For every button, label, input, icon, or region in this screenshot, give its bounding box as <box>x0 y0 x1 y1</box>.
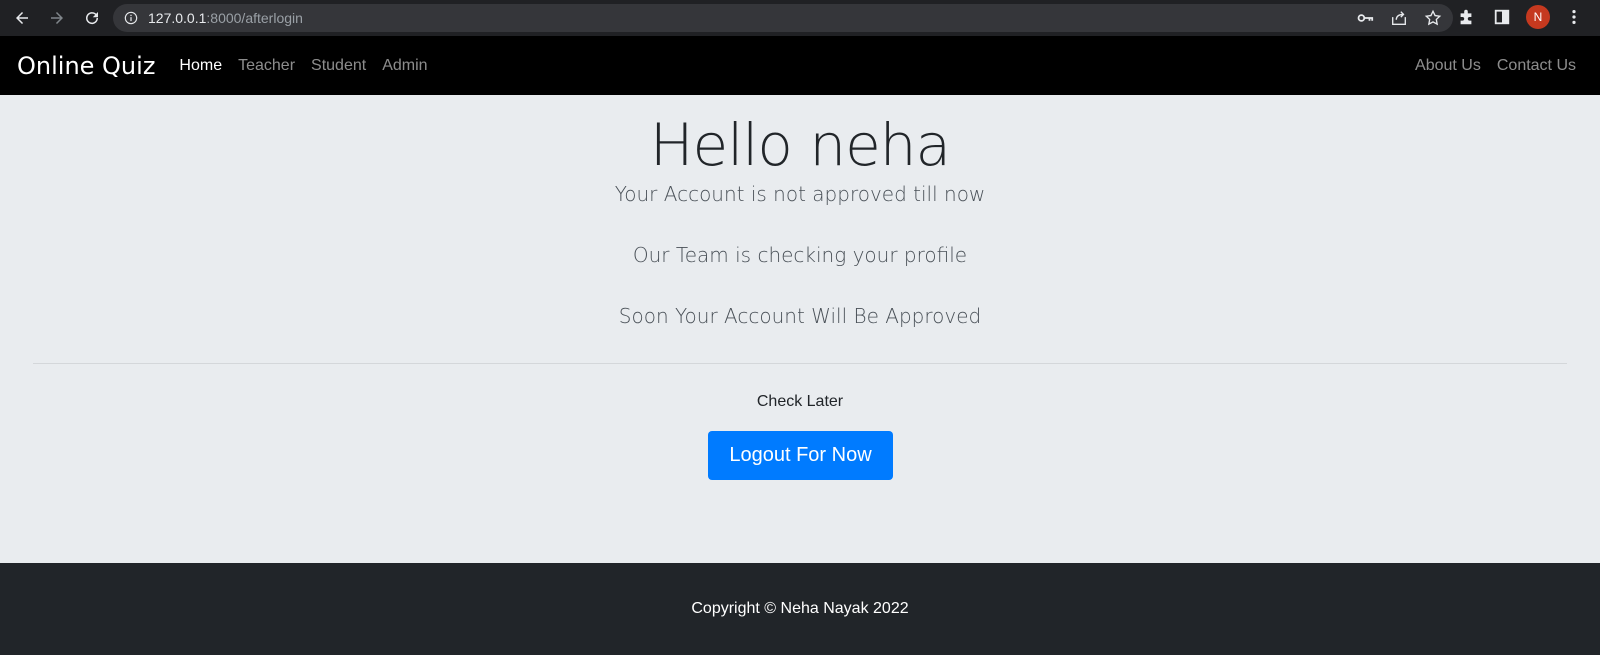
side-panel-icon[interactable] <box>1490 5 1514 29</box>
extensions-icon[interactable] <box>1454 5 1478 29</box>
site-info-icon[interactable] <box>124 11 138 25</box>
nav-contact-us[interactable]: Contact Us <box>1489 57 1584 75</box>
nav-admin[interactable]: Admin <box>374 57 435 75</box>
share-icon[interactable] <box>1389 8 1409 28</box>
forward-icon[interactable] <box>44 5 70 31</box>
back-icon[interactable] <box>9 5 35 31</box>
divider <box>33 363 1567 364</box>
nav-about-us[interactable]: About Us <box>1407 57 1489 75</box>
approval-soon-text: Soon Your Account Will Be Approved <box>618 304 982 328</box>
jumbotron: Hello neha Your Account is not approved … <box>0 95 1600 563</box>
address-bar[interactable]: 127.0.0.1:8000/afterlogin <box>113 4 1453 32</box>
team-checking-text: Our Team is checking your profile <box>632 243 968 267</box>
footer: Copyright © Neha Nayak 2022 <box>0 563 1600 655</box>
nav-student[interactable]: Student <box>303 57 374 75</box>
nav-home[interactable]: Home <box>171 57 230 75</box>
check-later-text: Check Later <box>756 393 844 410</box>
nav-teacher[interactable]: Teacher <box>230 57 303 75</box>
menu-kebab-icon[interactable] <box>1562 5 1586 29</box>
greeting-heading: Hello neha <box>649 111 951 179</box>
brand-logo[interactable]: Online Quiz <box>17 52 155 80</box>
url-text: 127.0.0.1:8000/afterlogin <box>148 10 303 26</box>
browser-toolbar: 127.0.0.1:8000/afterlogin N <box>0 0 1600 36</box>
nav-right-links: About Us Contact Us <box>1407 36 1584 95</box>
key-icon[interactable] <box>1355 8 1375 28</box>
top-navbar: Online Quiz Home Teacher Student Admin A… <box>0 36 1600 95</box>
nav-links: Home Teacher Student Admin <box>171 57 435 75</box>
reload-icon[interactable] <box>79 5 105 31</box>
logout-button[interactable]: Logout For Now <box>708 431 893 480</box>
bookmark-star-icon[interactable] <box>1423 8 1443 28</box>
copyright-text: Copyright © Neha Nayak 2022 <box>691 600 909 617</box>
approval-status-text: Your Account is not approved till now <box>614 182 986 206</box>
profile-avatar[interactable]: N <box>1526 5 1550 29</box>
